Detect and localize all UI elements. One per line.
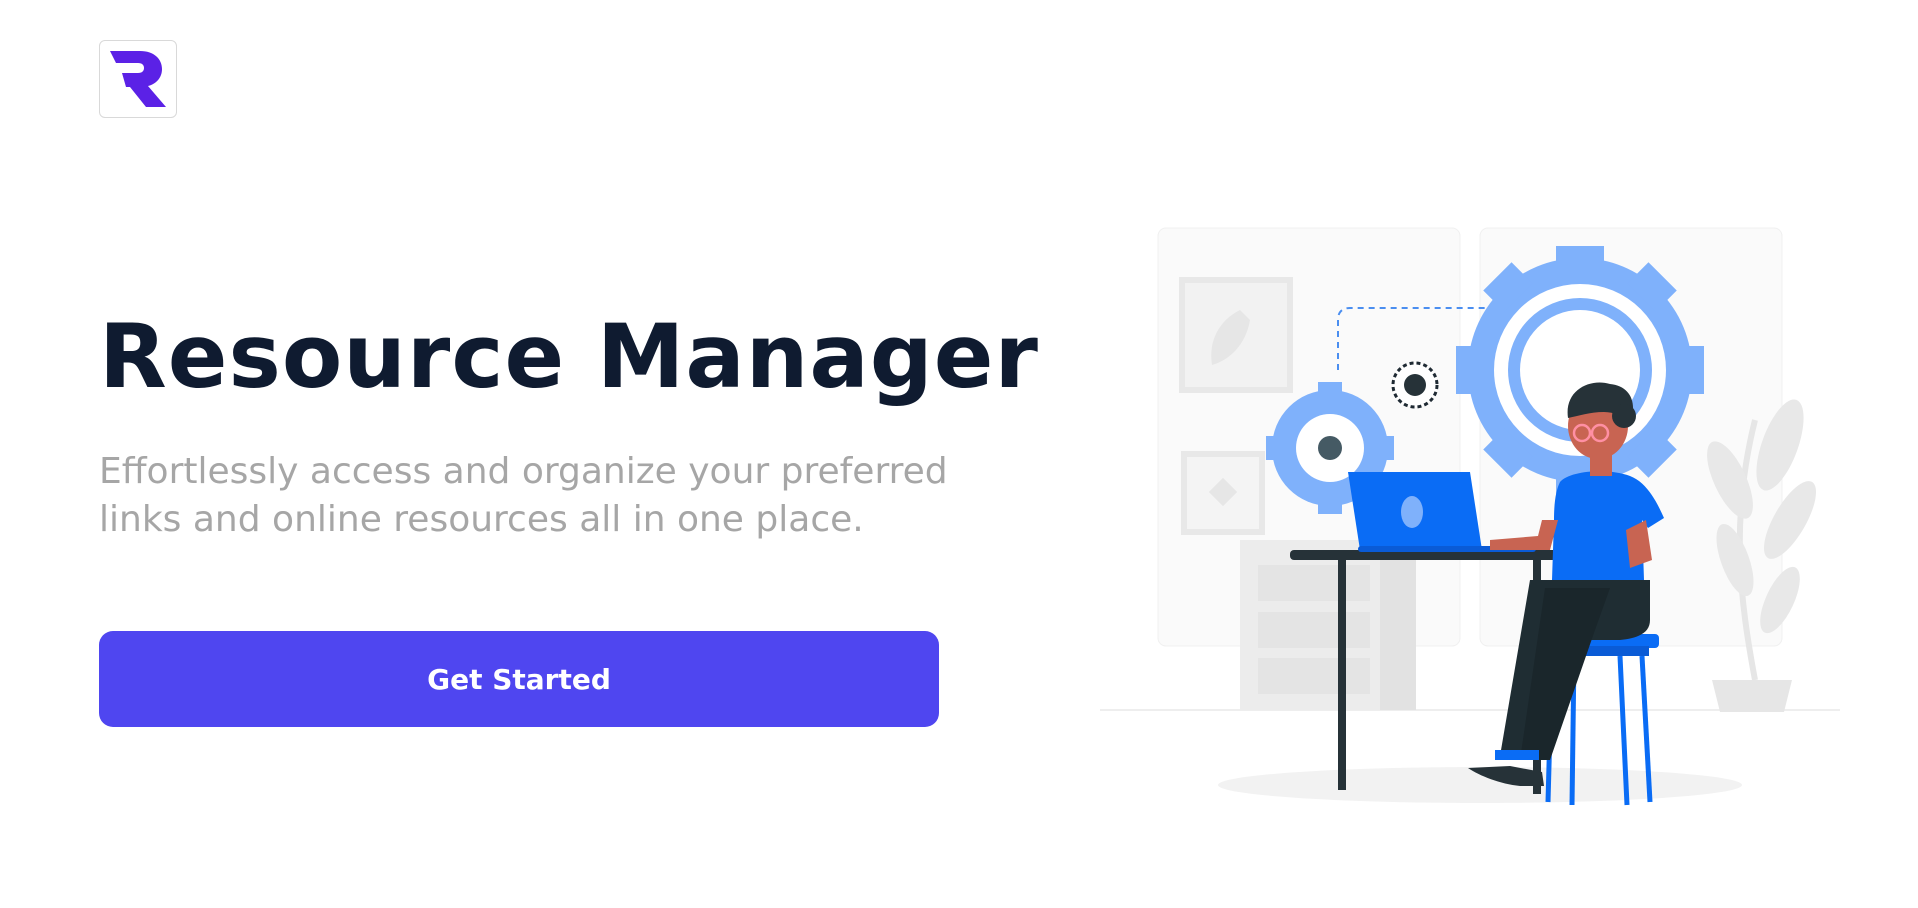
get-started-button[interactable]: Get Started	[99, 631, 939, 727]
page-subtitle: Effortlessly access and organize your pr…	[99, 451, 948, 540]
page-title: Resource Manager	[99, 305, 1039, 408]
person-working-laptop-illustration	[1100, 227, 1840, 806]
app-logo[interactable]	[99, 40, 177, 118]
r-logo-icon	[110, 51, 166, 107]
